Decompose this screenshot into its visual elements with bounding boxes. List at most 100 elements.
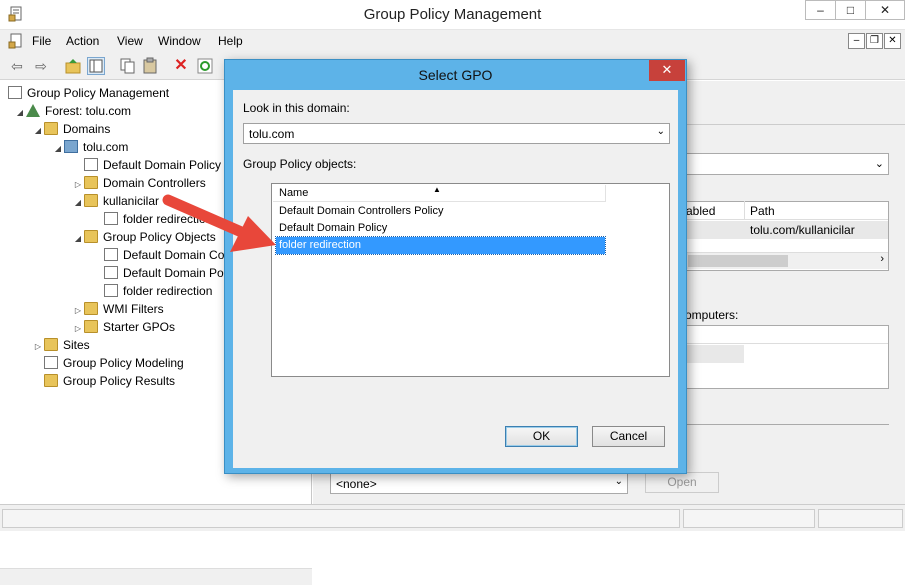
- expanded-icon[interactable]: ◢: [52, 140, 64, 158]
- links-list[interactable]: abled Path tolu.com/kullanicilar ›: [685, 201, 889, 271]
- gpo-list[interactable]: Name ▲ Default Domain Controllers Policy…: [271, 183, 670, 377]
- tree-node-forest[interactable]: ◢ Forest: tolu.com: [14, 102, 131, 120]
- window-title: Group Policy Management: [363, 6, 542, 23]
- status-bar: [0, 504, 905, 531]
- expanded-icon[interactable]: ◢: [32, 122, 44, 140]
- gpo-icon: [104, 284, 118, 297]
- mdi-minimize-button[interactable]: –: [848, 33, 865, 49]
- tree-node-modeling[interactable]: Group Policy Modeling: [44, 354, 184, 372]
- forest-icon: [26, 104, 40, 117]
- tree-node-domains[interactable]: ◢ Domains: [32, 120, 110, 138]
- details-combo[interactable]: ⌄: [685, 153, 889, 175]
- status-segment-2: [683, 509, 815, 528]
- gpm-icon: [8, 86, 22, 99]
- open-button[interactable]: Open: [645, 472, 719, 493]
- folder-icon: [84, 302, 98, 315]
- filter-row[interactable]: [686, 345, 744, 363]
- tree-node-results[interactable]: Group Policy Results: [44, 372, 175, 390]
- column-name-label: Name: [279, 187, 309, 199]
- filter-list-header: [686, 326, 888, 344]
- menu-window[interactable]: Window: [158, 34, 201, 48]
- security-filter-list[interactable]: [685, 325, 889, 389]
- select-gpo-dialog: Select GPO ✕ Look in this domain: tolu.c…: [224, 59, 687, 474]
- refresh-icon[interactable]: [196, 57, 214, 75]
- link-row[interactable]: tolu.com/kullanicilar: [686, 221, 888, 239]
- mmc-icon[interactable]: [8, 33, 24, 49]
- tree-node-default-domain-policy-link[interactable]: Default Domain Policy: [84, 156, 221, 174]
- expanded-icon[interactable]: ◢: [14, 104, 26, 122]
- column-divider: [744, 201, 745, 220]
- status-segment-1: [2, 509, 680, 528]
- menu-view[interactable]: View: [117, 34, 143, 48]
- status-segment-3: [818, 509, 903, 528]
- tree-node-kullanicilar[interactable]: ◢ kullanicilar: [72, 192, 159, 210]
- up-folder-icon[interactable]: [64, 57, 82, 75]
- column-header-name[interactable]: Name ▲: [273, 185, 606, 202]
- gpo-icon: [104, 248, 118, 261]
- expanded-icon[interactable]: ◢: [72, 194, 84, 212]
- dialog-body: Look in this domain: tolu.com ⌄ Group Po…: [233, 90, 678, 468]
- folder-icon: [84, 320, 98, 333]
- tab-underline: [685, 124, 905, 125]
- collapsed-icon[interactable]: ▷: [32, 338, 44, 356]
- gpo-objects-label: Group Policy objects:: [243, 157, 357, 171]
- column-enabled[interactable]: abled: [686, 204, 715, 218]
- ou-icon: [84, 194, 98, 207]
- chevron-right-icon[interactable]: ›: [880, 253, 884, 265]
- link-path: tolu.com/kullanicilar: [750, 223, 855, 237]
- maximize-button[interactable]: □: [835, 0, 866, 20]
- wmi-filter-select[interactable]: <none> ⌄: [330, 473, 628, 494]
- chevron-down-icon: ⌄: [656, 126, 665, 137]
- tree-node-gpo-2[interactable]: Default Domain Po: [104, 264, 224, 282]
- folder-icon: [84, 230, 98, 243]
- gpo-link-icon: [104, 212, 118, 225]
- gpo-list-item[interactable]: Default Domain Controllers Policy: [276, 203, 605, 220]
- links-hscroll[interactable]: ›: [686, 252, 888, 269]
- cancel-button[interactable]: Cancel: [592, 426, 665, 447]
- gpo-list-item-selected[interactable]: folder redirection: [275, 236, 606, 255]
- minimize-button[interactable]: –: [805, 0, 836, 20]
- ou-icon: [84, 176, 98, 189]
- dialog-close-button[interactable]: ✕: [649, 60, 685, 81]
- modeling-icon: [44, 356, 58, 369]
- gpo-link-icon: [84, 158, 98, 171]
- tree-node-sites[interactable]: ▷ Sites: [32, 336, 90, 354]
- chevron-down-icon: ⌄: [614, 476, 623, 487]
- divider: [685, 424, 889, 425]
- mdi-restore-button[interactable]: ❐: [866, 33, 883, 49]
- tree-node-domain[interactable]: ◢ tolu.com: [52, 138, 128, 156]
- tree-node-starter-gpos[interactable]: ▷ Starter GPOs: [72, 318, 175, 336]
- links-list-header: abled Path: [686, 201, 888, 220]
- expanded-icon[interactable]: ◢: [72, 230, 84, 248]
- domain-select-value: tolu.com: [249, 127, 295, 141]
- show-hide-tree-icon[interactable]: [87, 57, 105, 75]
- forward-icon[interactable]: ⇨: [32, 57, 50, 75]
- gpo-list-item[interactable]: Default Domain Policy: [276, 220, 605, 237]
- back-icon[interactable]: ⇦: [8, 57, 26, 75]
- title-bar: Group Policy Management – □ ✕: [0, 0, 905, 30]
- close-button[interactable]: ✕: [865, 0, 905, 20]
- domain-select[interactable]: tolu.com ⌄: [243, 123, 670, 144]
- tree-node-wmi-filters[interactable]: ▷ WMI Filters: [72, 300, 164, 318]
- security-filter-label: omputers:: [685, 308, 739, 322]
- tree-node-root[interactable]: Group Policy Management: [8, 84, 169, 102]
- dialog-title: Select GPO: [418, 67, 493, 83]
- ok-button[interactable]: OK: [505, 426, 578, 447]
- paste-icon[interactable]: [141, 57, 159, 75]
- copy-icon[interactable]: [118, 57, 136, 75]
- scroll-thumb[interactable]: [688, 255, 788, 267]
- results-icon: [44, 374, 58, 387]
- mdi-close-button[interactable]: ✕: [884, 33, 901, 49]
- delete-icon[interactable]: ✕: [172, 57, 190, 75]
- menu-file[interactable]: File: [32, 34, 51, 48]
- domain-icon: [64, 140, 78, 153]
- tree-node-gpo-3[interactable]: folder redirection: [104, 282, 212, 300]
- tree-horizontal-scrollbar[interactable]: [0, 568, 312, 585]
- menu-help[interactable]: Help: [218, 34, 243, 48]
- domains-icon: [44, 122, 58, 135]
- menu-action[interactable]: Action: [66, 34, 99, 48]
- chevron-down-icon: ⌄: [874, 158, 884, 170]
- gpo-icon: [104, 266, 118, 279]
- sites-icon: [44, 338, 58, 351]
- column-path[interactable]: Path: [750, 204, 775, 218]
